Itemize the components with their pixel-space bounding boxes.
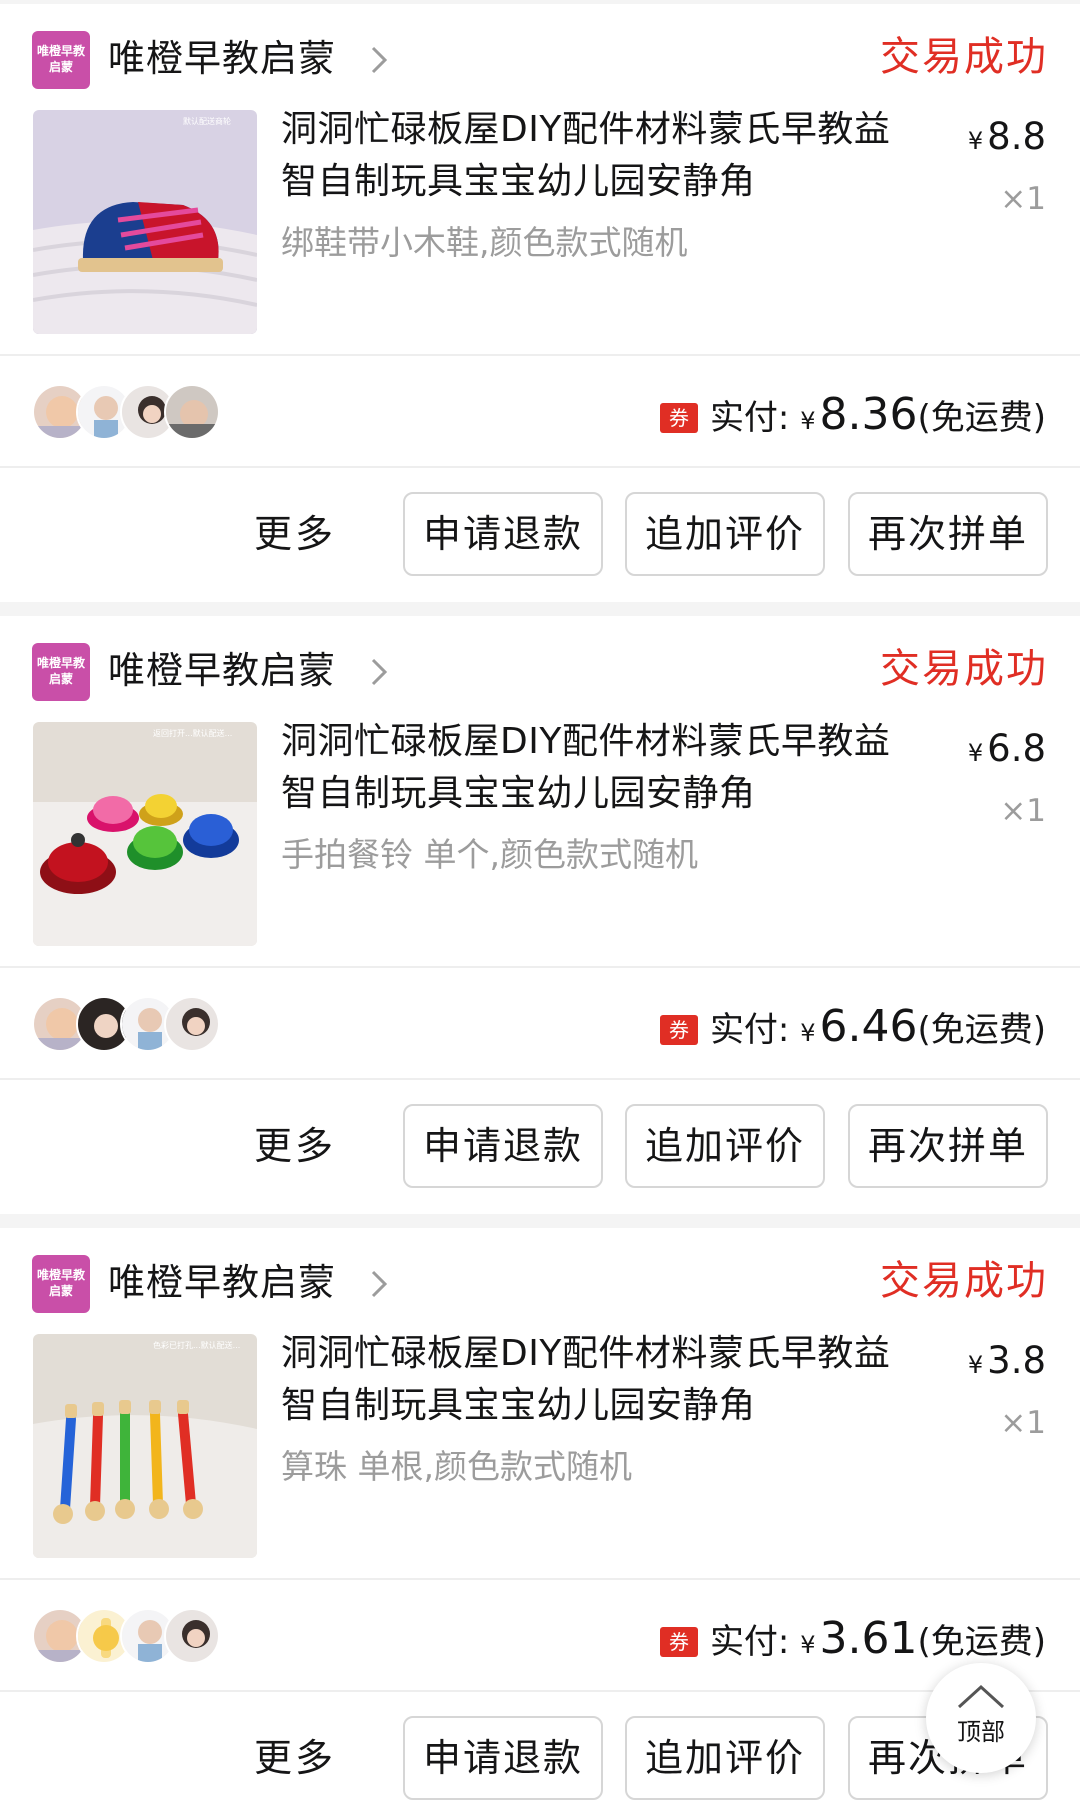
more-button[interactable]: 更多 [254,1116,336,1176]
product-spec: 绑鞋带小木鞋,颜色款式随机 [281,223,688,262]
group-avatars[interactable] [32,384,232,442]
unit-price: ¥3.8 [968,1336,1046,1390]
paid-amount: 8.36 [819,389,918,440]
product-title[interactable]: 洞洞忙碌板屋DIY配件材料蒙氏早教益智自制玩具宝宝幼儿园安静角 [281,716,921,820]
currency-symbol: ¥ [800,407,816,435]
unit-price: ¥8.8 [968,112,1046,166]
reorder-button[interactable]: 再次拼单 [848,1104,1048,1188]
paid-label: 实付: [709,1622,790,1662]
paid-label: 实付: [709,1010,790,1050]
chevron-right-icon [371,46,388,74]
paid-amount: 6.46 [819,1001,918,1052]
shop-logo: 唯橙早教启蒙 [32,1255,90,1313]
paid-summary: 券实付: ¥3.61(免运费) [659,1612,1046,1666]
order-status: 交易成功 [880,646,1048,692]
more-button[interactable]: 更多 [254,504,336,564]
product-spec: 算珠 单根,颜色款式随机 [281,1447,632,1486]
avatar [164,384,220,440]
reorder-button[interactable]: 再次拼单 [848,492,1048,576]
order-list-page: 唯橙早教启蒙 唯橙早教启蒙 交易成功 默认配送商轮 洞洞忙碌板屋DIY配件材料蒙… [0,0,1080,1815]
price-value: 3.8 [987,1339,1046,1382]
thumb-caption: 返回打开...默认配送... [153,728,232,738]
paid-label: 实付: [709,398,790,438]
chevron-right-icon [371,658,388,686]
refund-button[interactable]: 申请退款 [403,1716,603,1800]
shop-header[interactable]: 唯橙早教启蒙 唯橙早教启蒙 交易成功 [32,636,1048,701]
unit-price: ¥6.8 [968,724,1046,778]
add-review-button[interactable]: 追加评价 [625,1104,825,1188]
divider [0,1578,1080,1580]
currency-symbol: ¥ [967,127,984,155]
chevron-right-icon [371,1270,388,1298]
price-value: 8.8 [987,115,1046,158]
coupon-badge: 券 [659,1015,698,1045]
shop-logo: 唯橙早教启蒙 [32,31,90,89]
divider [0,1078,1080,1080]
shop-header[interactable]: 唯橙早教启蒙 唯橙早教启蒙 交易成功 [32,24,1048,89]
shop-name[interactable]: 唯橙早教启蒙 [108,646,336,696]
shipping-note: (免运费) [917,1622,1046,1662]
quantity: ×1 [1000,1405,1046,1441]
product-title[interactable]: 洞洞忙碌板屋DIY配件材料蒙氏早教益智自制玩具宝宝幼儿园安静角 [281,104,921,208]
coupon-badge: 券 [659,403,698,433]
paid-amount: 3.61 [819,1613,918,1664]
divider [0,466,1080,468]
divider [0,966,1080,968]
group-avatars[interactable] [32,996,232,1054]
refund-button[interactable]: 申请退款 [403,1104,603,1188]
paid-summary: 券实付: ¥8.36(免运费) [659,388,1046,442]
paid-summary: 券实付: ¥6.46(免运费) [659,1000,1046,1054]
add-review-button[interactable]: 追加评价 [625,1716,825,1800]
currency-symbol: ¥ [967,1351,984,1379]
currency-symbol: ¥ [800,1019,816,1047]
order-card[interactable]: 唯橙早教启蒙 唯橙早教启蒙 交易成功 返回打开...默认配送... 洞洞忙碌板屋… [0,616,1080,1214]
shop-logo: 唯橙早教启蒙 [32,643,90,701]
order-card[interactable]: 唯橙早教启蒙 唯橙早教启蒙 交易成功 默认配送商轮 洞洞忙碌板屋DIY配件材料蒙… [0,4,1080,602]
thumb-caption: 色彩已打孔...默认配送... [153,1340,240,1350]
divider [0,354,1080,356]
shop-header[interactable]: 唯橙早教启蒙 唯橙早教启蒙 交易成功 [32,1248,1048,1313]
currency-symbol: ¥ [800,1631,816,1659]
product-thumbnail[interactable]: 默认配送商轮 [33,110,257,334]
coupon-badge: 券 [659,1627,698,1657]
back-to-top-label: 顶部 [957,1718,1005,1746]
add-review-button[interactable]: 追加评价 [625,492,825,576]
order-card[interactable]: 唯橙早教启蒙 唯橙早教启蒙 交易成功 色彩已打孔...默认配送... 洞洞忙碌板… [0,1228,1080,1815]
refund-button[interactable]: 申请退款 [403,492,603,576]
more-button[interactable]: 更多 [254,1728,336,1788]
shop-name[interactable]: 唯橙早教启蒙 [108,34,336,84]
shipping-note: (免运费) [917,1010,1046,1050]
shop-name[interactable]: 唯橙早教启蒙 [108,1258,336,1308]
group-avatars[interactable] [32,1608,232,1666]
currency-symbol: ¥ [967,739,984,767]
back-to-top-button[interactable]: 顶部 [926,1663,1036,1773]
chevron-up-icon [957,1684,1005,1709]
quantity: ×1 [1000,181,1046,217]
product-thumbnail[interactable]: 色彩已打孔...默认配送... [33,1334,257,1558]
quantity: ×1 [1000,793,1046,829]
divider [0,1690,1080,1692]
product-thumbnail[interactable]: 返回打开...默认配送... [33,722,257,946]
avatar [164,1608,220,1664]
shipping-note: (免运费) [917,398,1046,438]
product-title[interactable]: 洞洞忙碌板屋DIY配件材料蒙氏早教益智自制玩具宝宝幼儿园安静角 [281,1328,921,1432]
order-status: 交易成功 [880,34,1048,80]
order-status: 交易成功 [880,1258,1048,1304]
thumb-caption: 默认配送商轮 [183,116,231,126]
avatar [164,996,220,1052]
price-value: 6.8 [987,727,1046,770]
product-spec: 手拍餐铃 单个,颜色款式随机 [281,835,698,874]
